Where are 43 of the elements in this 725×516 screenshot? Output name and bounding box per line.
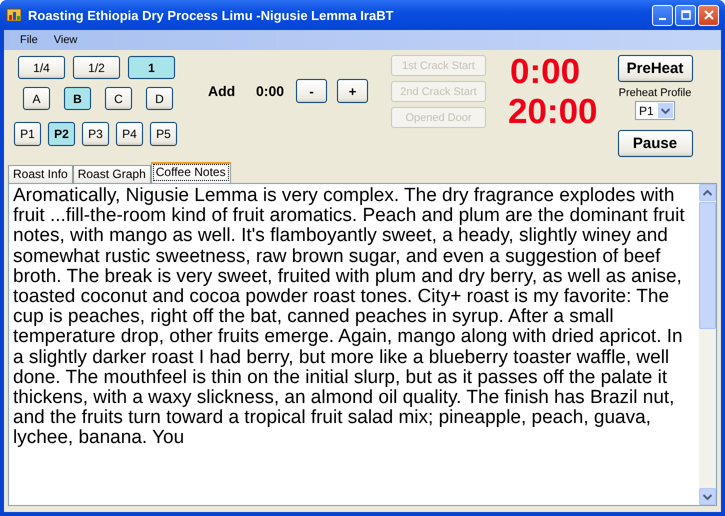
- toggle-button[interactable]: P2: [48, 122, 75, 146]
- notes-text-area[interactable]: [8, 183, 717, 506]
- add-label: Add: [208, 83, 236, 99]
- toggle-button[interactable]: P5: [150, 122, 177, 146]
- event-button: 1st Crack Start: [391, 55, 486, 76]
- toggle-button[interactable]: A: [23, 87, 50, 110]
- minimize-button[interactable]: [652, 4, 673, 26]
- close-button[interactable]: [698, 4, 719, 26]
- adjust-button[interactable]: -: [296, 79, 327, 103]
- pause-button[interactable]: Pause: [618, 130, 692, 157]
- toggle-button[interactable]: 1: [128, 56, 175, 79]
- menu-item[interactable]: File: [12, 34, 46, 46]
- maximize-button[interactable]: [675, 4, 696, 26]
- vertical-scrollbar[interactable]: [699, 184, 716, 505]
- coffee-notes-text: Aromatically, Nigusie Lemma is very complex. The dry fragrance explodes with fruit ...fill-the-room kind of fruit aromatics. Peach and plum are the dominant fruit notes, with mango as well. It's flamboyantly sweet, a heady, slightly winey and somewhat rustic sweetness, raw brown sugar, and even a suggestion of beef broth. The break is very sweet, fruited with plum and dry berry, as well as anise, toasted coconut and cocoa powder roast tones. City+ roast is my favorite: The cup is peaches, right off the bat, canned peaches in syrup. After a small temperature drop, other fruits emerge. Again, mango along with dried apricot. In a slightly darker roast I had berry, but more like a blueberry toaster waffle, well done. The mouthfeel is thin on the initial slurp, but as it passes off the palate it thickens, with a waxy slickness, an almond oil quality. The finish has Brazil nut, and the fruits turn toward a tropical fruit salad mix; pineapple, peach, guava, lychee, banana. You: [12, 184, 686, 450]
- close-icon: [704, 10, 714, 20]
- toggle-button[interactable]: 1/2: [73, 56, 120, 79]
- scroll-up-icon[interactable]: [703, 190, 712, 196]
- preheat-button[interactable]: PreHeat: [618, 55, 692, 82]
- minimize-icon: [659, 18, 666, 20]
- event-button: Opened Door: [391, 107, 486, 128]
- toggle-button[interactable]: P4: [116, 122, 143, 146]
- toggle-button[interactable]: 1/4: [18, 56, 65, 79]
- window-title: Roasting Ethiopia Dry Process Limu -Nigusie Lemma IraBT: [28, 8, 395, 22]
- tab[interactable]: Roast Graph: [72, 165, 151, 183]
- add-time: 0:00: [256, 83, 286, 99]
- preheat-profile-label: Preheat Profile: [618, 87, 692, 99]
- tab[interactable]: Coffee Notes: [150, 162, 231, 183]
- menu-item[interactable]: View: [46, 34, 86, 46]
- toggle-button[interactable]: D: [146, 87, 173, 110]
- timer-display: 0:00: [510, 52, 582, 92]
- preheat-profile-dropdown[interactable]: P1: [635, 101, 675, 120]
- maximize-icon: [680, 10, 690, 20]
- event-button: 2nd Crack Start: [391, 81, 486, 102]
- toggle-button[interactable]: C: [105, 87, 132, 110]
- timer-display: 20:00: [508, 92, 599, 132]
- scroll-down-icon[interactable]: [703, 494, 712, 500]
- tab[interactable]: Roast Info: [8, 165, 73, 183]
- app-icon: [6, 7, 22, 23]
- toggle-button[interactable]: P1: [14, 122, 41, 146]
- toggle-button[interactable]: P3: [82, 122, 109, 146]
- adjust-button[interactable]: +: [337, 79, 368, 103]
- toggle-button[interactable]: B: [64, 87, 91, 110]
